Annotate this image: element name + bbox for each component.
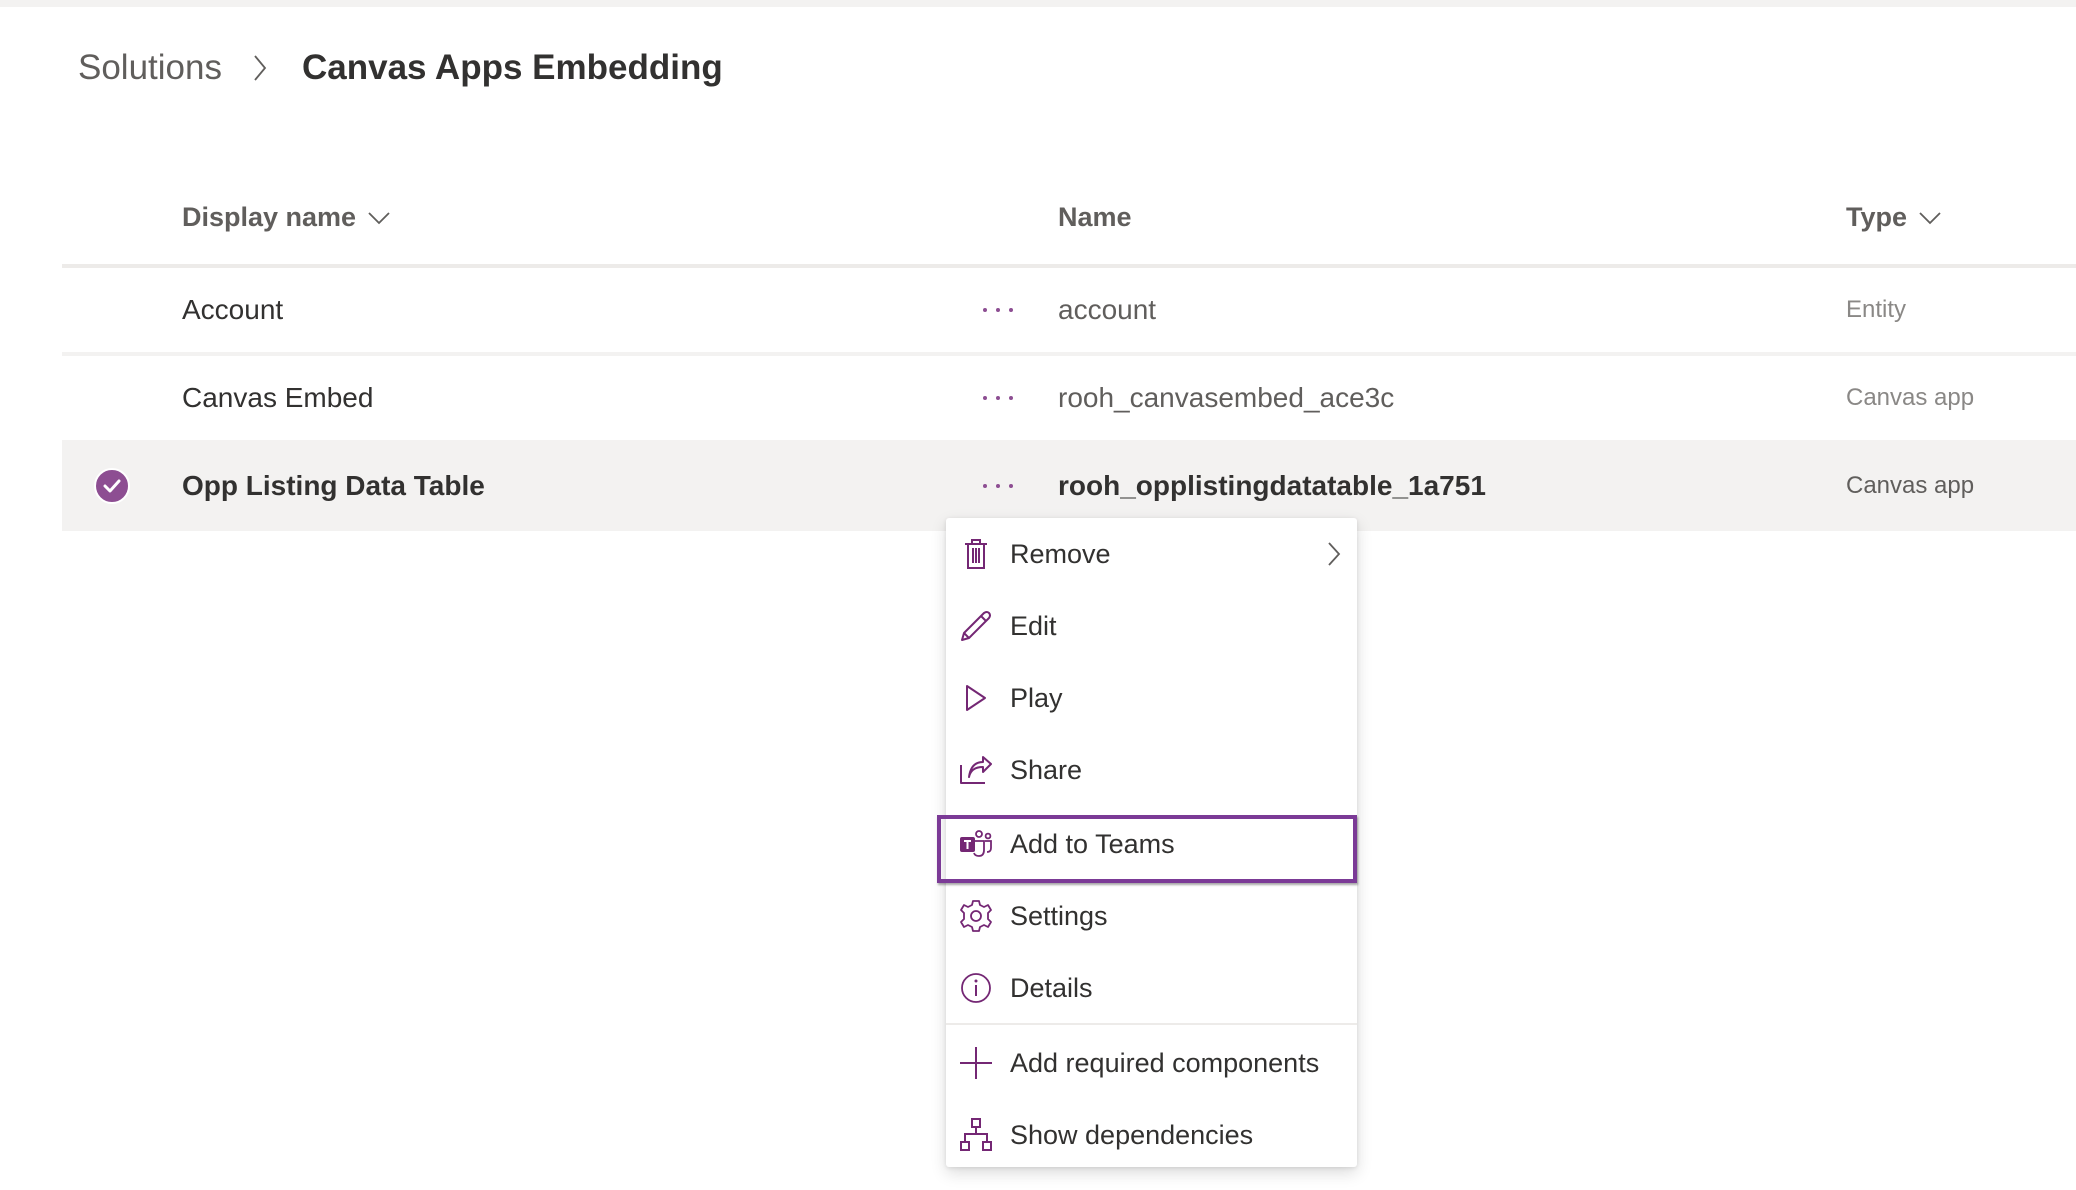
menu-item-add-to-teams[interactable]: Add to Teams (946, 808, 1357, 880)
teams-icon (958, 826, 994, 862)
more-horizontal-icon (983, 308, 1013, 312)
menu-item-label: Details (1010, 972, 1093, 1003)
menu-item-label: Play (1010, 682, 1063, 713)
column-header-display-name[interactable]: Display name (182, 202, 390, 233)
chevron-right-icon (240, 48, 280, 88)
row-select-checkbox[interactable] (92, 444, 132, 528)
breadcrumb-solutions-link[interactable]: Solutions (78, 48, 222, 88)
grid-header: Display name Name Type (62, 180, 2076, 268)
type-cell: Entity (1846, 296, 1907, 323)
chevron-right-icon (1327, 541, 1341, 567)
column-header-name[interactable]: Name (1058, 202, 1132, 233)
name-cell: rooh_canvasembed_ace3c (1058, 382, 1395, 413)
more-actions-button[interactable] (968, 268, 1028, 352)
menu-item-label: Remove (1010, 538, 1111, 569)
solution-components-grid: Display name Name Type Account account E… (62, 180, 2076, 531)
column-header-type[interactable]: Type (1846, 202, 1941, 233)
trash-icon (958, 536, 994, 572)
breadcrumb: Solutions Canvas Apps Embedding (78, 44, 723, 92)
menu-item-add-required-components[interactable]: Add required components (946, 1027, 1357, 1099)
more-horizontal-icon (983, 484, 1013, 488)
menu-item-play[interactable]: Play (946, 662, 1357, 734)
info-icon (958, 970, 994, 1006)
table-row[interactable]: Account account Entity (62, 268, 2076, 356)
page-title: Canvas Apps Embedding (301, 48, 723, 87)
type-cell: Canvas app (1846, 384, 1975, 411)
menu-divider (946, 1023, 1357, 1025)
menu-item-label: Settings (1010, 900, 1108, 931)
checkmark-circle-icon (94, 468, 130, 504)
more-actions-button[interactable] (968, 356, 1028, 440)
display-name-cell[interactable]: Account (182, 268, 283, 352)
menu-item-label: Show dependencies (1010, 1119, 1254, 1150)
hierarchy-icon (958, 1117, 994, 1153)
menu-item-label: Edit (1010, 610, 1057, 641)
display-name-cell[interactable]: Canvas Embed (182, 356, 373, 440)
menu-item-label: Share (1010, 754, 1083, 785)
menu-item-settings[interactable]: Settings (946, 880, 1357, 952)
table-row[interactable]: Canvas Embed rooh_canvasembed_ace3c Canv… (62, 356, 2076, 444)
pencil-icon (958, 608, 994, 644)
gear-icon (958, 898, 994, 934)
column-header-label: Name (1058, 202, 1132, 232)
more-actions-button[interactable] (968, 444, 1028, 528)
display-name-cell[interactable]: Opp Listing Data Table (182, 444, 485, 528)
chevron-down-icon (368, 211, 390, 225)
name-cell: rooh_opplistingdatatable_1a751 (1058, 470, 1486, 501)
menu-item-remove[interactable]: Remove (946, 518, 1357, 590)
more-horizontal-icon (983, 396, 1013, 400)
column-header-label: Type (1846, 202, 1908, 232)
play-icon (958, 680, 994, 716)
menu-item-label: Add to Teams (1010, 828, 1175, 859)
menu-item-details[interactable]: Details (946, 952, 1357, 1024)
context-menu: Remove Edit Play Share Add to Teams Sett… (946, 518, 1357, 1167)
menu-item-label: Add required components (1010, 1047, 1320, 1078)
type-cell: Canvas app (1846, 472, 1975, 499)
menu-item-edit[interactable]: Edit (946, 590, 1357, 662)
menu-item-share[interactable]: Share (946, 734, 1357, 806)
row-select-checkbox[interactable] (92, 268, 132, 352)
top-bar (0, 0, 2076, 7)
name-cell: account (1058, 294, 1157, 325)
chevron-down-icon (1919, 211, 1941, 225)
share-icon (958, 752, 994, 788)
row-select-checkbox[interactable] (92, 356, 132, 440)
plus-icon (958, 1045, 994, 1081)
column-header-label: Display name (182, 202, 357, 232)
menu-item-show-dependencies[interactable]: Show dependencies (946, 1099, 1357, 1171)
